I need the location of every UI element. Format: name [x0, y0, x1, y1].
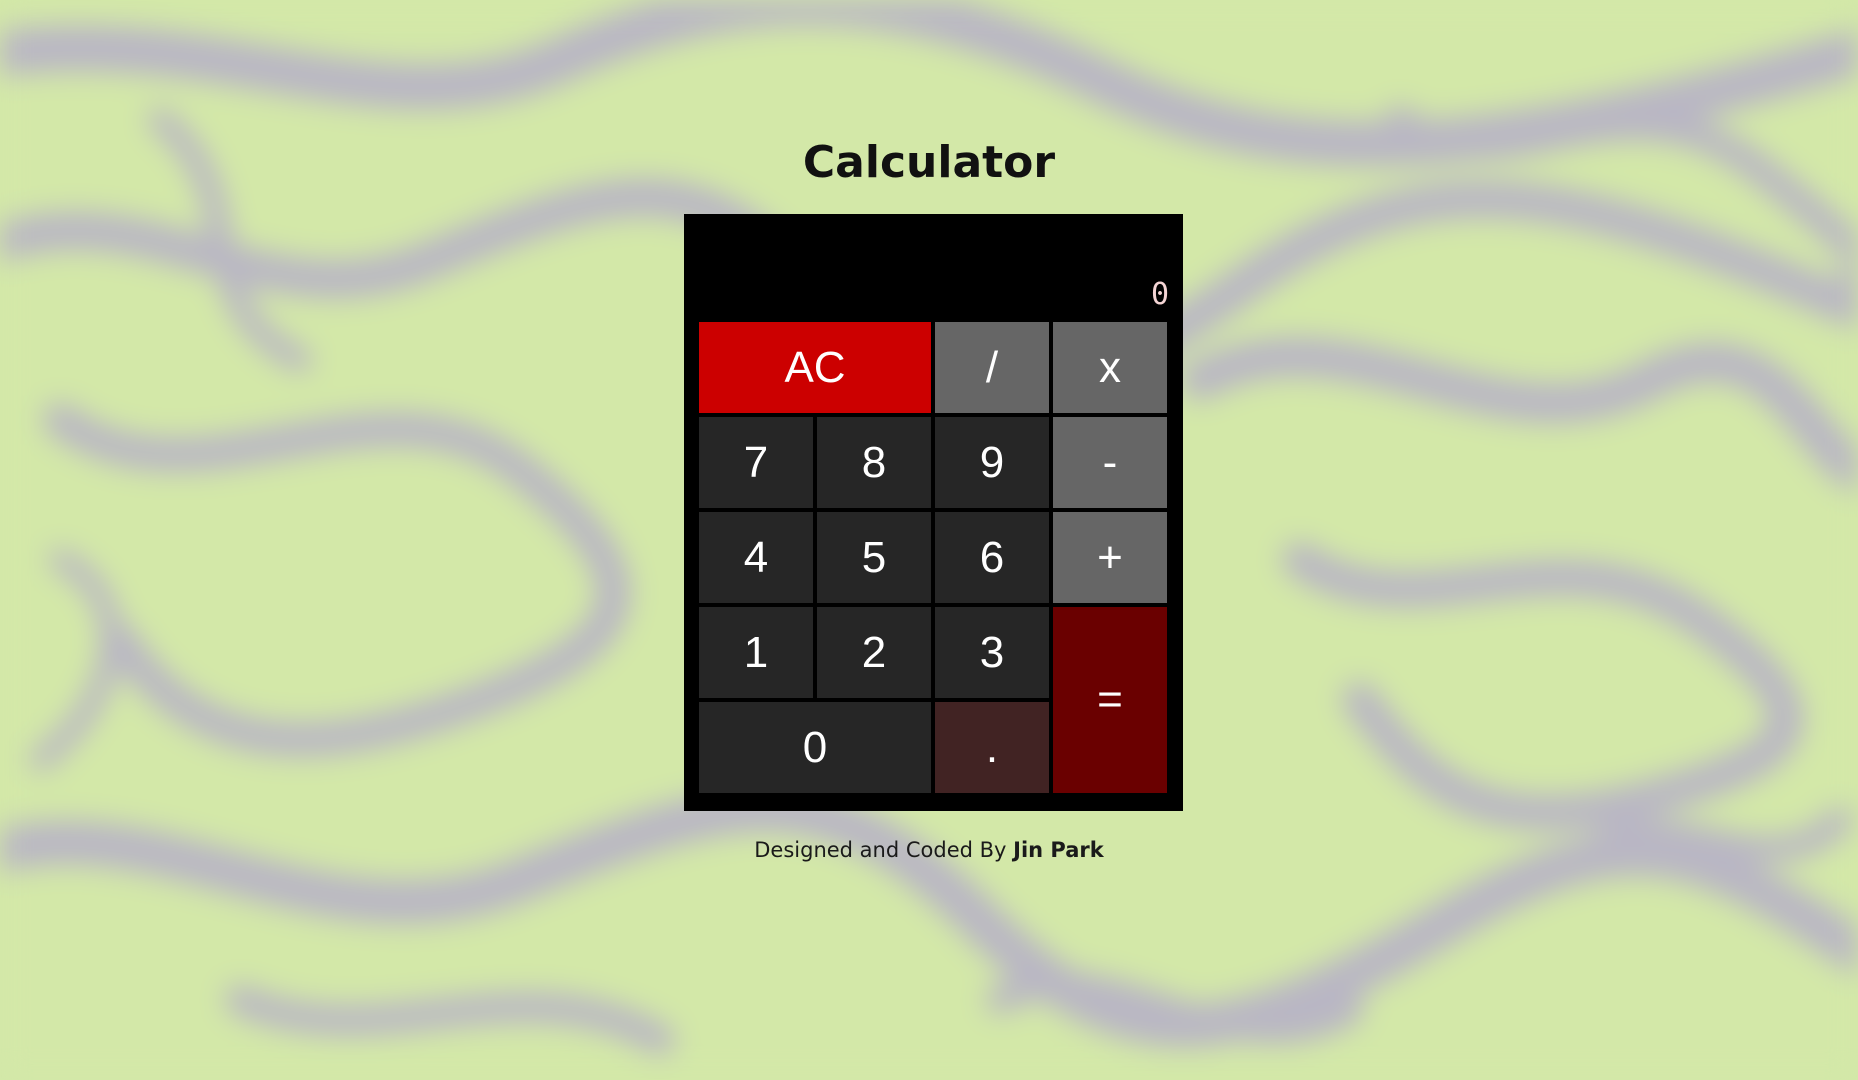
equals-button[interactable]: = — [1053, 607, 1167, 793]
digit-6-button[interactable]: 6 — [935, 512, 1049, 603]
add-button[interactable]: + — [1053, 512, 1167, 603]
credit-prefix: Designed and Coded By — [754, 838, 1007, 862]
digit-9-button[interactable]: 9 — [935, 417, 1049, 508]
digit-1-button[interactable]: 1 — [699, 607, 813, 698]
digit-4-button[interactable]: 4 — [699, 512, 813, 603]
digit-0-button[interactable]: 0 — [699, 702, 931, 793]
display-value: 0 — [1150, 277, 1169, 312]
keypad: AC / x 7 8 9 - 4 5 6 + 1 2 3 = 0 . — [699, 322, 1169, 796]
credit-author: Jin Park — [1013, 838, 1104, 862]
digit-5-button[interactable]: 5 — [817, 512, 931, 603]
calculator: 0 AC / x 7 8 9 - 4 5 6 + 1 2 3 = 0 . — [684, 214, 1183, 811]
clear-button[interactable]: AC — [699, 322, 931, 413]
digit-3-button[interactable]: 3 — [935, 607, 1049, 698]
digit-2-button[interactable]: 2 — [817, 607, 931, 698]
footer-credit: Designed and Coded By Jin Park — [0, 836, 1858, 864]
page-title: Calculator — [802, 137, 1056, 188]
divide-button[interactable]: / — [935, 322, 1049, 413]
calculator-display: 0 — [684, 214, 1183, 320]
digit-8-button[interactable]: 8 — [817, 417, 931, 508]
multiply-button[interactable]: x — [1053, 322, 1167, 413]
decimal-button[interactable]: . — [935, 702, 1049, 793]
subtract-button[interactable]: - — [1053, 417, 1167, 508]
digit-7-button[interactable]: 7 — [699, 417, 813, 508]
